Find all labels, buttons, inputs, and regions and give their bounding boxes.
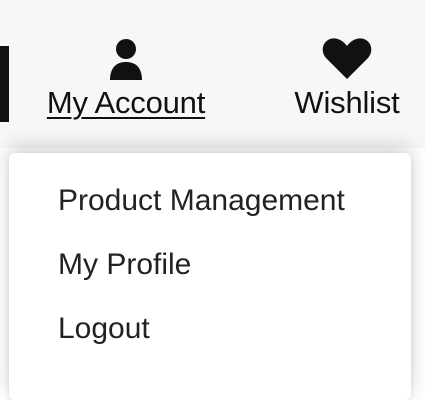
site-header: My Account Wishlist <box>0 0 425 148</box>
wishlist-label: Wishlist <box>294 85 400 120</box>
my-account-label: My Account <box>46 85 206 120</box>
heart-icon <box>322 38 372 80</box>
wishlist-link[interactable]: Wishlist <box>282 38 412 120</box>
menu-item-logout[interactable]: Logout <box>58 311 150 347</box>
my-account-link[interactable]: My Account <box>38 38 214 120</box>
menu-item-product-management[interactable]: Product Management <box>58 183 345 219</box>
account-dropdown-menu: Product Management My Profile Logout <box>9 153 411 400</box>
menu-item-my-profile[interactable]: My Profile <box>58 247 191 283</box>
user-icon <box>108 38 144 80</box>
header-left-edge-element <box>0 46 9 122</box>
